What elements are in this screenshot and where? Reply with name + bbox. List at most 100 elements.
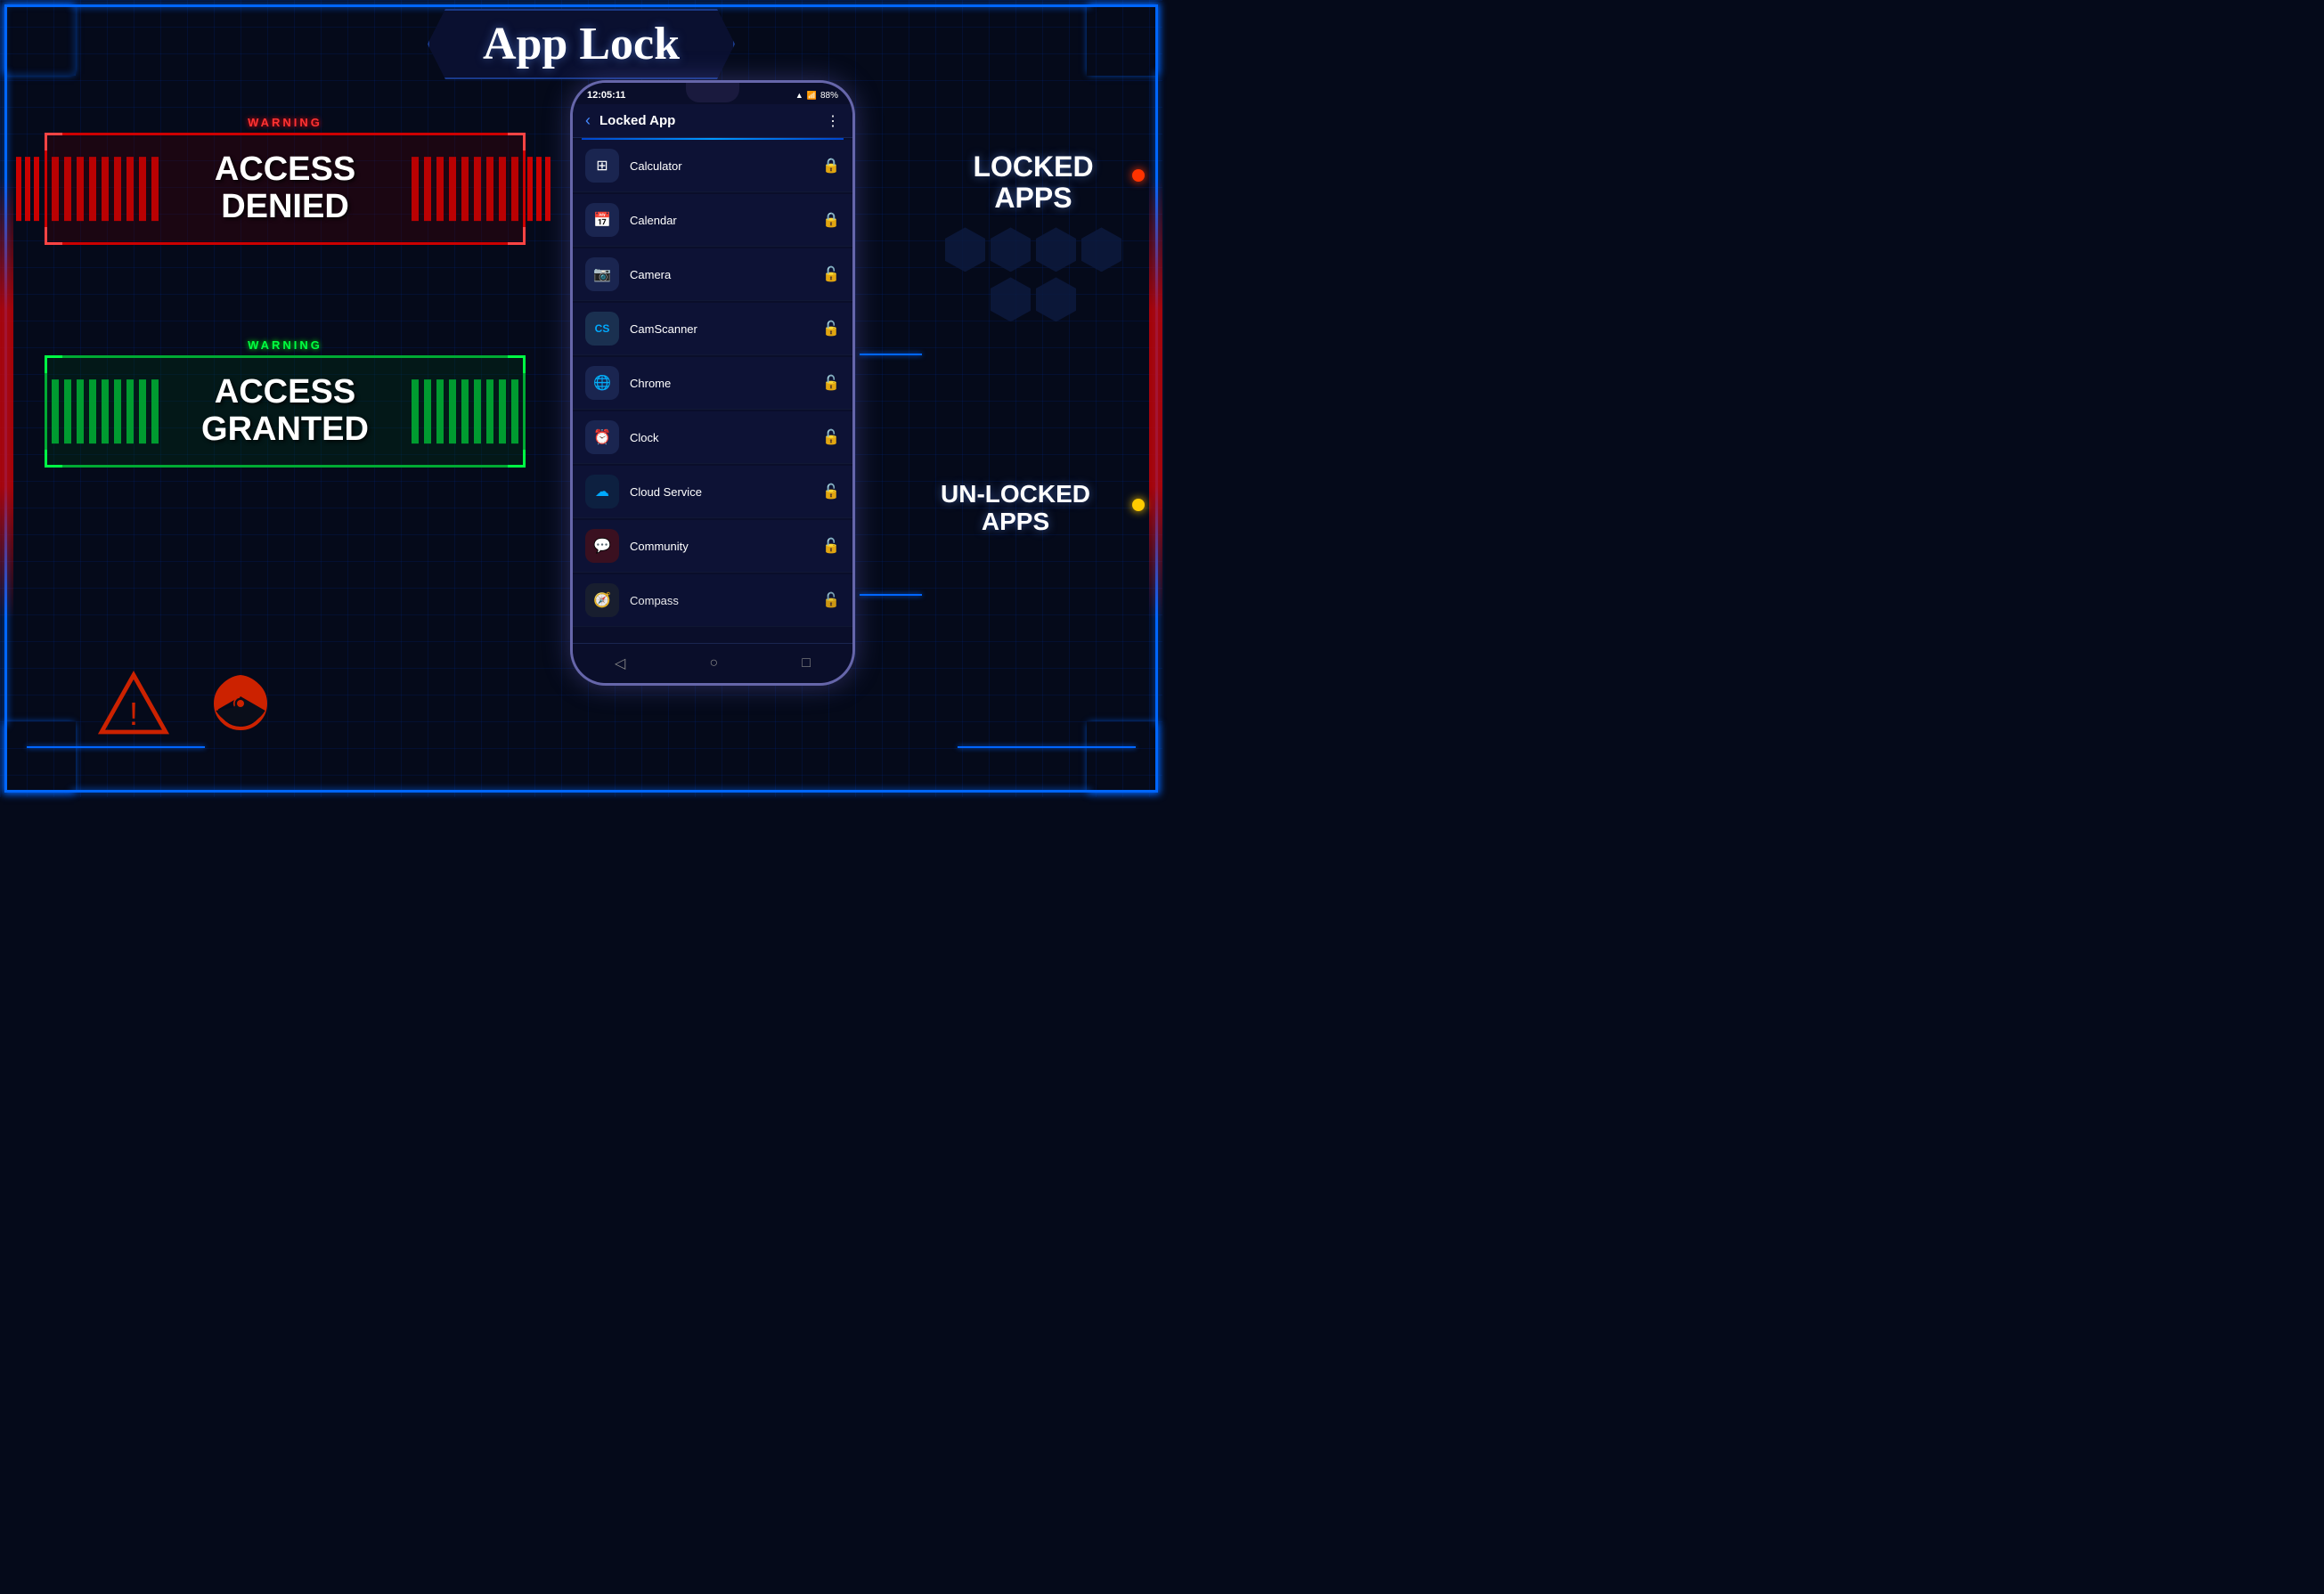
- denied-bracket-tl: [45, 133, 62, 150]
- app-item-calendar[interactable]: 📅 Calendar 🔒: [573, 194, 852, 247]
- access-granted-text: ACCESSGRANTED: [201, 374, 369, 449]
- bottom-line-right: [958, 746, 1136, 748]
- locked-dot-indicator: [1132, 169, 1145, 182]
- hex-3: [1036, 227, 1076, 272]
- compass-label: Compass: [630, 594, 822, 607]
- corner-br-decoration: [1087, 721, 1158, 793]
- calculator-icon: ⊞: [585, 149, 619, 183]
- clock-lock-icon: 🔓: [822, 428, 840, 446]
- neon-top-border: [71, 4, 1091, 7]
- app-item-camera[interactable]: 📷 Camera 🔓: [573, 248, 852, 301]
- calendar-icon: 📅: [585, 203, 619, 237]
- title-box: App Lock: [428, 9, 735, 79]
- warning-label-granted: WARNING: [45, 338, 526, 352]
- connector-line-unlocked: [860, 594, 922, 596]
- bottom-line-left: [27, 746, 205, 748]
- access-denied-section: WARNING ACCESSDENIED: [45, 116, 526, 245]
- app-list: ⊞ Calculator 🔒 📅 Calendar 🔒: [573, 140, 852, 629]
- denied-bracket-br: [508, 227, 526, 245]
- app-item-calculator[interactable]: ⊞ Calculator 🔒: [573, 140, 852, 192]
- unlocked-dot-indicator: [1132, 499, 1145, 511]
- camscanner-lock-icon: 🔓: [822, 320, 840, 338]
- app-item-community[interactable]: 💬 Community 🔓: [573, 520, 852, 573]
- locked-apps-wrapper: LOCKED APPS: [931, 151, 1136, 214]
- hex-1: [945, 227, 985, 272]
- community-label: Community: [630, 540, 822, 553]
- cloud-service-icon: ☁: [585, 475, 619, 508]
- nav-back-button[interactable]: ◁: [615, 655, 625, 672]
- denied-bracket-bl: [45, 227, 62, 245]
- menu-button[interactable]: ⋮: [826, 112, 840, 130]
- status-right-icons: ▲ 📶 88%: [795, 91, 838, 101]
- nav-home-button[interactable]: ○: [709, 655, 718, 671]
- page-wrapper: App Lock WARNING ACCESSDENIED WARNING: [0, 0, 1162, 797]
- granted-bracket-tl: [45, 355, 62, 373]
- camscanner-icon: CS: [585, 312, 619, 346]
- app-item-chrome[interactable]: 🌐 Chrome 🔓: [573, 357, 852, 410]
- warning-label-denied: WARNING: [45, 116, 526, 129]
- phone-screen: 12:05:11 ▲ 📶 88% ‹ Locked App ⋮: [573, 83, 852, 683]
- back-button[interactable]: ‹: [585, 111, 591, 130]
- denied-box: ACCESSDENIED: [45, 133, 526, 245]
- granted-bracket-br: [508, 450, 526, 468]
- access-denied-text: ACCESSDENIED: [215, 151, 355, 226]
- calendar-label: Calendar: [630, 214, 822, 227]
- compass-lock-icon: 🔓: [822, 591, 840, 609]
- locked-apps-label: LOCKED APPS: [931, 151, 1136, 214]
- clock-label: Clock: [630, 431, 822, 444]
- warning-icons: !: [98, 668, 276, 739]
- neon-bottom-border: [71, 790, 1091, 793]
- app-item-clock[interactable]: ⏰ Clock 🔓: [573, 411, 852, 464]
- locked-apps-panel: LOCKED APPS: [931, 151, 1136, 335]
- app-item-camscanner[interactable]: CS CamScanner 🔓: [573, 303, 852, 355]
- status-time: 12:05:11: [587, 90, 625, 101]
- warning-triangle-icon: !: [98, 668, 169, 739]
- radiation-icon: [205, 668, 276, 739]
- chrome-label: Chrome: [630, 377, 822, 390]
- red-accent-right: [1149, 178, 1162, 619]
- calendar-lock-icon: 🔒: [822, 211, 840, 229]
- hex-6: [1036, 277, 1076, 321]
- denied-bracket-tr: [508, 133, 526, 150]
- hexagons-decoration: [931, 227, 1136, 321]
- unlocked-apps-label: UN-LOCKED APPS: [895, 481, 1136, 536]
- app-item-cloud-service[interactable]: ☁ Cloud Service 🔓: [573, 466, 852, 518]
- compass-icon: 🧭: [585, 583, 619, 617]
- cloud-service-lock-icon: 🔓: [822, 483, 840, 500]
- nav-recent-button[interactable]: □: [802, 655, 811, 671]
- signal-icon: 📶: [807, 91, 817, 101]
- community-lock-icon: 🔓: [822, 537, 840, 555]
- calculator-lock-icon: 🔒: [822, 157, 840, 175]
- hex-2: [991, 227, 1031, 272]
- calculator-label: Calculator: [630, 159, 822, 173]
- left-panel: WARNING ACCESSDENIED WARNING ACCESSGRANT…: [27, 89, 543, 766]
- app-item-compass[interactable]: 🧭 Compass 🔓: [573, 574, 852, 627]
- granted-bracket-bl: [45, 450, 62, 468]
- camera-app-icon: 📷: [585, 257, 619, 291]
- community-icon: 💬: [585, 529, 619, 563]
- unlocked-apps-wrapper: UN-LOCKED APPS: [895, 481, 1136, 536]
- chrome-icon: 🌐: [585, 366, 619, 400]
- access-granted-section: WARNING ACCESSGRANTED: [45, 338, 526, 468]
- wifi-icon: ▲: [795, 91, 803, 100]
- camera-label: Camera: [630, 268, 822, 281]
- cloud-service-label: Cloud Service: [630, 485, 822, 499]
- granted-stripes-right: [412, 379, 518, 443]
- app-title: App Lock: [483, 19, 680, 69]
- hex-5: [991, 277, 1031, 321]
- red-accent-left: [0, 178, 13, 619]
- connector-line-locked: [860, 354, 922, 355]
- phone-nav-bar: ◁ ○ □: [573, 643, 852, 683]
- granted-bracket-tr: [508, 355, 526, 373]
- phone-container: 12:05:11 ▲ 📶 88% ‹ Locked App ⋮: [570, 80, 855, 686]
- granted-stripes-left: [52, 379, 159, 443]
- unlocked-apps-panel: UN-LOCKED APPS: [895, 481, 1136, 536]
- battery-indicator: 88%: [820, 91, 838, 101]
- denied-stripes-right: [412, 157, 518, 221]
- clock-app-icon: ⏰: [585, 420, 619, 454]
- hex-4: [1081, 227, 1121, 272]
- camera-lock-icon: 🔓: [822, 265, 840, 283]
- phone-frame: 12:05:11 ▲ 📶 88% ‹ Locked App ⋮: [570, 80, 855, 686]
- app-header: ‹ Locked App ⋮: [573, 104, 852, 138]
- denied-stripes-left: [52, 157, 159, 221]
